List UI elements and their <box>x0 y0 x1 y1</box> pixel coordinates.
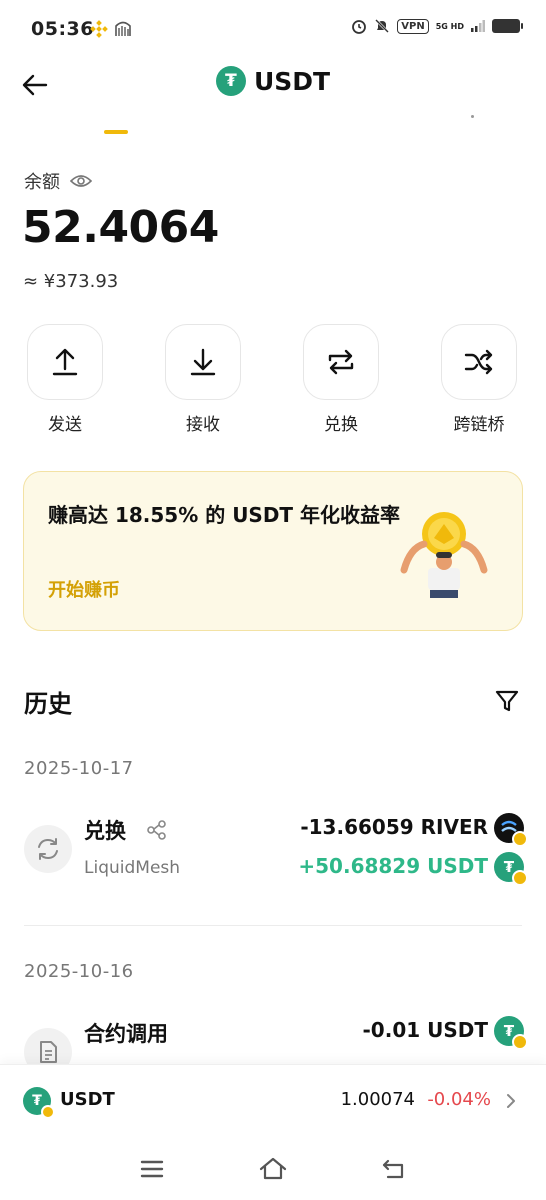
chevron-right-icon[interactable] <box>502 1091 520 1111</box>
return-icon <box>382 1159 404 1179</box>
status-right-icons: VPN 5G HD <box>351 18 523 34</box>
ticker-name: USDT <box>60 1089 115 1110</box>
menu-nav-button[interactable] <box>137 1154 167 1184</box>
bnb-chain-badge <box>512 870 528 886</box>
page-title: USDT <box>253 66 331 96</box>
battery-icon <box>492 19 523 33</box>
person-holding-coin-illustration <box>400 512 488 598</box>
send-action[interactable]: 发送 <box>27 324 103 435</box>
swap-action[interactable]: 兑换 <box>303 324 379 435</box>
price-ticker-bar[interactable]: ₮ USDT 1.00074 -0.04% <box>0 1064 546 1136</box>
filter-icon[interactable] <box>494 688 520 714</box>
balance-value: 52.4064 <box>22 202 219 253</box>
swap-button[interactable] <box>303 324 379 400</box>
history-date: 2025-10-16 <box>24 961 134 982</box>
home-nav-button[interactable] <box>258 1154 288 1184</box>
tab-indicator <box>104 130 128 134</box>
promo-title: 赚高达 18.55% 的 USDT 年化收益率 <box>48 503 401 527</box>
history-date: 2025-10-17 <box>24 758 134 779</box>
home-icon <box>259 1157 287 1180</box>
vpn-badge: VPN <box>397 18 429 34</box>
status-bar: 05:36 VPN 5G HD <box>0 0 546 58</box>
tx-amount-in: +50.68829 USDT <box>298 854 488 878</box>
balance-label: 余额 <box>24 172 60 193</box>
receive-label: 接收 <box>186 415 220 435</box>
usdt-token-icon: ₮ <box>494 1016 528 1050</box>
app-notification-icon <box>115 21 131 36</box>
shuffle-icon <box>464 349 493 375</box>
send-button[interactable] <box>27 324 103 400</box>
back-nav-button[interactable] <box>379 1154 409 1184</box>
balance-fiat-value: ≈ ¥373.93 <box>23 271 119 292</box>
send-label: 发送 <box>48 415 82 435</box>
bridge-label: 跨链桥 <box>453 415 505 435</box>
status-left-icons <box>90 20 132 38</box>
swap-label: 兑换 <box>324 415 358 435</box>
start-earning-link[interactable]: 开始赚币 <box>48 576 120 602</box>
status-time: 05:36 <box>31 18 94 40</box>
tx-amount-out: -13.66059 RIVER <box>300 815 488 839</box>
menu-icon <box>140 1160 164 1178</box>
system-nav-bar <box>0 1136 546 1200</box>
bnb-chain-badge <box>512 1034 528 1050</box>
history-title: 历史 <box>24 690 72 718</box>
tx-subtitle: LiquidMesh <box>84 858 181 878</box>
tx-title: 合约调用 <box>84 1022 168 1046</box>
bnb-chain-badge <box>512 831 528 847</box>
network-indicator: 5G HD <box>435 21 464 31</box>
swap-icon <box>328 349 354 375</box>
swap-circle-icon <box>38 838 58 860</box>
decorative-dot <box>471 115 474 118</box>
document-icon <box>40 1041 57 1063</box>
bnb-chain-badge <box>41 1105 55 1119</box>
share-icon[interactable] <box>146 819 168 841</box>
balance-label-row: 余额 <box>24 168 92 194</box>
mute-bell-icon <box>375 19 390 33</box>
header-title-group: ₮ USDT <box>0 66 546 96</box>
swap-tx-icon <box>24 825 72 873</box>
receive-action[interactable]: 接收 <box>165 324 241 435</box>
bridge-action[interactable]: 跨链桥 <box>441 324 517 435</box>
bridge-button[interactable] <box>441 324 517 400</box>
alarm-icon <box>352 20 367 34</box>
binance-icon <box>90 20 108 38</box>
tx-amount-out: -0.01 USDT <box>362 1018 489 1042</box>
receive-button[interactable] <box>165 324 241 400</box>
download-arrow-icon <box>190 348 216 376</box>
river-token-icon <box>494 813 528 847</box>
usdt-token-icon: ₮ <box>215 66 246 96</box>
divider <box>24 925 522 926</box>
eye-icon[interactable] <box>70 173 92 189</box>
upload-arrow-icon <box>52 348 78 376</box>
tx-title: 兑换 <box>84 819 126 843</box>
usdt-glyph: ₮ <box>32 1093 42 1109</box>
signal-icon <box>471 20 485 32</box>
ticker-price: 1.00074 <box>340 1089 415 1110</box>
usdt-token-icon: ₮ <box>494 852 528 886</box>
ticker-change: -0.04% <box>427 1089 491 1110</box>
usdt-token-icon: ₮ <box>23 1087 55 1119</box>
earn-promo-card[interactable]: 赚高达 18.55% 的 USDT 年化收益率 开始赚币 <box>23 471 523 631</box>
